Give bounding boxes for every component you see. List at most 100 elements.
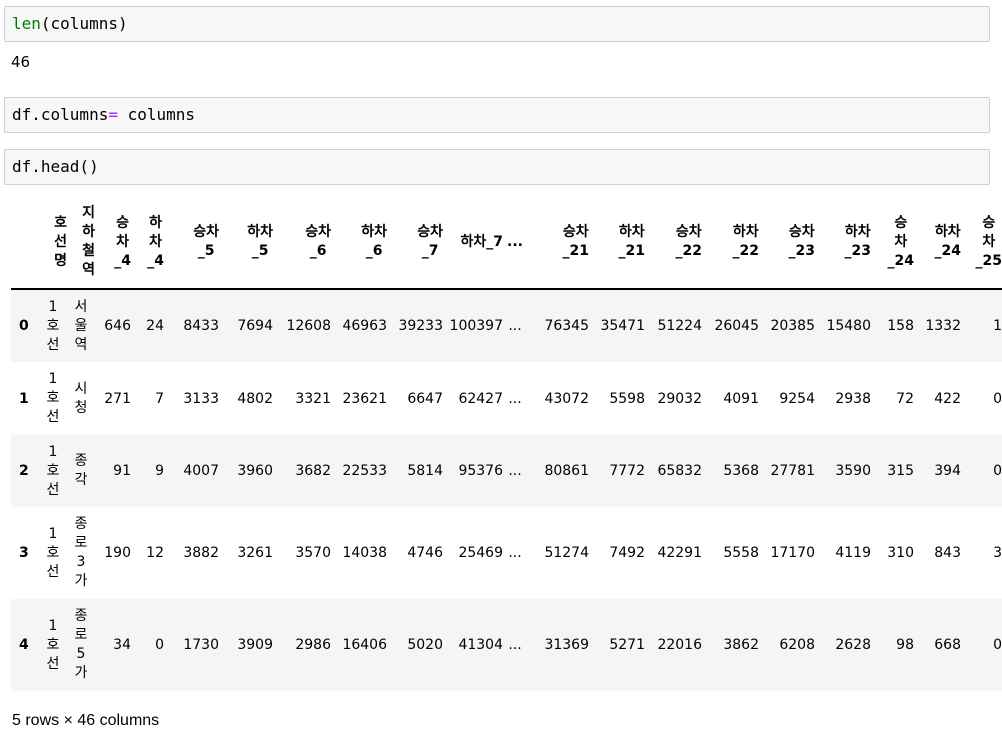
table-cell: 9 [155, 463, 164, 479]
cell-station-name: 서울역 [74, 298, 88, 353]
table-cell: 0 [993, 390, 1002, 407]
table-cell: 26045 [714, 318, 759, 334]
column-header-label: 승 차 _24 [887, 214, 914, 269]
code-cell-assign[interactable]: df.columns= columns [4, 97, 990, 133]
table-cell: 3862 [723, 637, 759, 653]
table-cell: 12 [146, 545, 164, 561]
table-cell: 6208 [779, 637, 815, 653]
table-cell: 43072 [544, 390, 589, 407]
table-cell: 0 [993, 637, 1002, 653]
column-header-label: 승 차 _25 [975, 214, 1002, 269]
table-cell: 5814 [407, 463, 443, 479]
table-cell: 7772 [609, 463, 645, 479]
table-cell: 843 [934, 545, 961, 561]
code-input[interactable]: df.head() [12, 158, 99, 176]
column-header-label: 승 차 _4 [114, 214, 131, 269]
table-cell: 3570 [295, 545, 331, 561]
table-cell: 20385 [770, 318, 815, 334]
table-cell: 76345 [544, 318, 589, 334]
cell-station-name: 종로3가 [74, 516, 88, 589]
table-cell: 646 [104, 318, 131, 334]
column-header-label: 승차 _23 [788, 224, 815, 259]
column-header: 승차 _7 [387, 196, 443, 290]
column-header-label: 지하철역 [82, 205, 95, 278]
dataframe-table: 호 선 명 지 하 철 역 승 차 _4 하 차 _4 승차 _5 하차 _5 승차 _6 하차 _6 승차 _7 하차_7.… [11, 196, 1002, 691]
table-cell: 41304 [458, 637, 503, 653]
table-cell: 51274 [544, 545, 589, 561]
table-cell: 51224 [657, 318, 702, 334]
table-cell: 1 [993, 318, 1002, 334]
column-header: 하차 _5 [219, 196, 273, 290]
column-header: 하 차 _4 [131, 196, 164, 290]
row-index: 3 [19, 545, 29, 561]
cell-station-name: 종로5가 [74, 608, 88, 681]
column-header-label: ... [507, 233, 523, 250]
table-row: 2 1 호 선 종 각 91 9 4007 3960 3682 22533 5814 95376... 80… [11, 435, 1002, 507]
column-header: 호선명 [39, 196, 67, 290]
column-header: 하차_7 [443, 196, 503, 290]
table-cell: 7492 [609, 545, 645, 561]
dataframe-shape-footer: 5 rows × 46 columns [12, 712, 160, 729]
column-header-label: 하차 _23 [844, 224, 871, 259]
cell-station-name: 종각 [74, 453, 88, 488]
table-cell: 98 [896, 637, 914, 653]
column-header-label: 하차 _6 [361, 224, 387, 259]
table-cell: 22533 [342, 463, 387, 479]
table-row: 4 1 호 선 종 로 5 가 34 0 1730 3909 2986 16406 5020 41304...… [11, 599, 1002, 691]
column-header-label: 하차 _22 [732, 224, 759, 259]
table-cell: 310 [887, 545, 914, 561]
code-rhs: columns [117, 105, 196, 124]
column-header-label: 승차 _22 [675, 224, 702, 259]
code-cell-head[interactable]: df.head() [4, 149, 990, 185]
table-cell: 1730 [183, 637, 219, 653]
column-header: 승 차 _25 [961, 196, 1002, 290]
column-header: 하차 _22 [702, 196, 759, 290]
table-cell: 17170 [770, 545, 815, 561]
table-cell: 91 [113, 463, 131, 479]
table-cell: 4007 [183, 463, 219, 479]
table-cell: 4802 [237, 390, 273, 407]
table-cell: 72 [896, 390, 914, 407]
cell-line-name: 1호선 [46, 371, 60, 425]
table-cell: 6647 [407, 390, 443, 407]
table-cell: 5271 [609, 637, 645, 653]
table-cell: 65832 [657, 463, 702, 479]
code-lhs: df.columns [12, 105, 109, 124]
column-header: 하차 _21 [589, 196, 645, 290]
column-header-label: 하차 _24 [934, 224, 961, 259]
table-cell: 5598 [609, 390, 645, 407]
table-cell: 3321 [295, 390, 331, 407]
column-header: 지하철역 [67, 196, 95, 290]
table-cell: 2628 [835, 637, 871, 653]
table-cell: 9254 [779, 390, 815, 407]
cell-ellipsis: ... [508, 637, 522, 653]
table-cell: 3133 [183, 390, 219, 407]
cell-ellipsis: ... [508, 545, 522, 561]
table-cell: 1332 [925, 318, 961, 334]
code-input[interactable]: len(columns) [12, 15, 128, 33]
column-header: 승차 _5 [164, 196, 219, 290]
column-header: 하차 _23 [815, 196, 871, 290]
row-index: 0 [19, 318, 29, 334]
table-cell: 8433 [183, 318, 219, 334]
column-header: 하차 _24 [914, 196, 961, 290]
table-cell: 3261 [237, 545, 273, 561]
table-cell: 315 [887, 463, 914, 479]
table-cell: 3909 [237, 637, 273, 653]
table-cell: 394 [934, 463, 961, 479]
table-cell: 3960 [237, 463, 273, 479]
table-cell: 7694 [237, 318, 273, 334]
code-cell-len[interactable]: len(columns) [4, 6, 990, 42]
table-cell: 62427 [458, 390, 503, 407]
table-cell: 190 [104, 545, 131, 561]
table-cell: 23621 [342, 390, 387, 407]
table-cell: 25469 [458, 545, 503, 561]
table-cell: 4091 [723, 390, 759, 407]
table-cell: 42291 [657, 545, 702, 561]
table-cell: 22016 [657, 637, 702, 653]
cell-ellipsis: ... [508, 318, 522, 334]
column-header-label: 승차 _6 [305, 224, 331, 259]
table-cell: 5558 [723, 545, 759, 561]
code-input[interactable]: df.columns= columns [12, 106, 195, 124]
column-header: 승 차 _4 [95, 196, 131, 290]
